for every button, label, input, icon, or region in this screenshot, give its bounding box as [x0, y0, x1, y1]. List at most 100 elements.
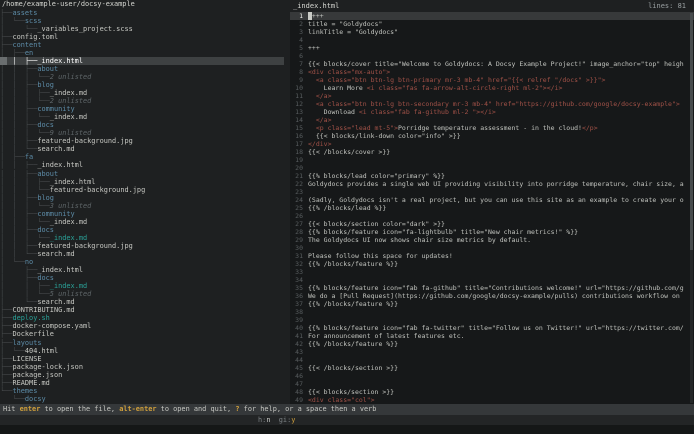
line-number: 28 — [290, 228, 303, 236]
tree-row-file[interactable]: ├──LICENSE — [0, 355, 284, 363]
tree-row-file[interactable]: │ │ │ └──2 unlisted — [0, 97, 284, 105]
tree-row-file[interactable]: ├──config.toml — [0, 33, 284, 41]
tree-row-file[interactable]: │ │ ├──featured-background.jpg — [0, 137, 284, 145]
tree-row-directory[interactable]: │ │ ├──blog — [0, 194, 284, 202]
tree-branch-lines: ├── — [0, 330, 12, 338]
tree-row-file[interactable]: │ │ └──search.md — [0, 250, 284, 258]
tree-row-file[interactable]: │ │ └──search.md — [0, 145, 284, 153]
tree-row-directory[interactable]: │ │ ├──about — [0, 65, 284, 73]
line-number: 32 — [290, 260, 303, 268]
input-bar[interactable]: :e h:n gi:y — [0, 415, 694, 425]
tree-row-file[interactable]: │ │ ├──featured-background.jpg — [0, 242, 284, 250]
code-line: 15 <p class="lead mt-5">Porridge tempera… — [290, 124, 694, 132]
line-number: 30 — [290, 244, 303, 252]
line-number: 34 — [290, 276, 303, 284]
tree-branch-lines: │ └── — [0, 17, 25, 25]
code-line: 16 {{< blocks/link-down color="info" >}} — [290, 132, 694, 140]
line-number: 49 — [290, 396, 303, 404]
code-segment: </a> — [308, 116, 331, 124]
tree-row-file[interactable]: │ │ ├──_index.md — [0, 282, 284, 290]
tree-branch-lines: │ │ ├── — [0, 121, 37, 129]
tree-row-file[interactable]: ├──deploy.sh — [0, 314, 284, 322]
code-segment: <p class="lead mt-5"> — [316, 124, 398, 132]
tree-row-file[interactable]: ├──package-lock.json — [0, 363, 284, 371]
code-segment: {{< blocks/section color="dark" >}} — [308, 220, 445, 228]
tree-row-file[interactable]: │ │ │ └──9 unlisted — [0, 129, 284, 137]
code-line: 5+++ — [290, 44, 694, 52]
tree-row-file[interactable]: │ │ │ └──featured-background.jpg — [0, 186, 284, 194]
code-segment: We do a [Pull Request](https://github.co… — [308, 292, 684, 300]
tree-row-file[interactable]: ├──package.json — [0, 371, 284, 379]
tree-row-directory[interactable]: │ └──no — [0, 258, 284, 266]
tree-row-file[interactable]: │ │ │ ├──_index.md — [0, 89, 284, 97]
code-segment: Download — [308, 108, 359, 116]
tree-item-label: _index.html — [50, 178, 96, 186]
tree-row-file[interactable]: │ │ │ └──_index.md — [0, 218, 284, 226]
tree-row-directory[interactable]: │ │ ├──about — [0, 170, 284, 178]
tree-item-label: _index.html — [37, 161, 83, 169]
code-line: 32{{% /blocks/feature %}} — [290, 260, 694, 268]
tree-row-file[interactable]: ├──CONTRIBUTING.md — [0, 306, 284, 314]
tree-row-directory[interactable]: │ │ ├──docs — [0, 121, 284, 129]
tree-row-file[interactable]: ├──README.md — [0, 379, 284, 387]
code-segment: +++ — [312, 12, 324, 20]
tree-row-file[interactable]: │ └──404.html — [0, 347, 284, 355]
code-line: 19 — [290, 156, 694, 164]
tree-branch-lines: │ │ │ └── — [0, 202, 50, 210]
tree-row-directory[interactable]: │ │ ├──community — [0, 105, 284, 113]
tree-row-file[interactable]: │ └──search.md — [0, 298, 284, 306]
line-number: 7 — [290, 60, 303, 68]
code-segment: Porridge temperature assessment - in the… — [398, 124, 582, 132]
tree-row-directory[interactable]: │ └──scss — [0, 17, 284, 25]
tree-row-directory[interactable]: │ │ ├──blog — [0, 81, 284, 89]
tree-item-label: community — [37, 210, 74, 218]
line-number: 47 — [290, 380, 303, 388]
code-line: 34 — [290, 276, 694, 284]
tree-row-file[interactable]: │ │ ├──_index.html — [0, 57, 284, 65]
preview-scrollbar[interactable] — [690, 13, 693, 403]
preview-scrollbar-thumb[interactable] — [690, 13, 693, 250]
tree-row-file[interactable]: │ └──_variables_project.scss — [0, 25, 284, 33]
tree-row-directory[interactable]: └──themes — [0, 387, 284, 395]
tree-row-file[interactable]: │ │ └──5 unlisted — [0, 290, 284, 298]
tree-row-file[interactable]: ├──docker-compose.yaml — [0, 322, 284, 330]
code-line: 6 — [290, 52, 694, 60]
tree-row-directory[interactable]: ├──content — [0, 41, 284, 49]
tree-branch-lines: │ │ │ ├── — [0, 89, 50, 97]
line-number: 16 — [290, 132, 303, 140]
tree-row-file[interactable]: │ │ ├──_index.html — [0, 161, 284, 169]
tree-row-directory[interactable]: │ ├──docs — [0, 274, 284, 282]
tree-branch-lines: ├── — [0, 41, 12, 49]
tree-branch-lines: │ └── — [0, 347, 25, 355]
tree-row-directory[interactable]: ├──layouts — [0, 339, 284, 347]
tree-item-label: CONTRIBUTING.md — [12, 306, 74, 314]
code-segment: linkTitle = "Goldydocs" — [308, 28, 398, 36]
tree-branch-lines: ├── — [0, 322, 12, 330]
tree-row-file[interactable]: │ │ │ └──3 unlisted — [0, 202, 284, 210]
tree-item-label: 3 unlisted — [50, 202, 92, 210]
tree-item-label: deploy.sh — [12, 314, 49, 322]
tree-branch-lines: ├── — [0, 371, 12, 379]
code-line: 46 — [290, 372, 694, 380]
code-line: 35{{% blocks/feature icon="fab fa-github… — [290, 284, 694, 292]
line-number: 29 — [290, 236, 303, 244]
code-line: 29The Goldydocs UI now shows chair size … — [290, 236, 694, 244]
line-number: 23 — [290, 188, 303, 196]
tree-row-file[interactable]: │ │ │ └──2 unlisted — [0, 73, 284, 81]
tree-row-file[interactable]: ├──Dockerfile — [0, 330, 284, 338]
tree-row-directory[interactable]: ├──assets — [0, 9, 284, 17]
tree-row-directory[interactable]: │ │ ├──docs — [0, 226, 284, 234]
tree-row-directory[interactable]: │ ├──en — [0, 49, 284, 57]
tree-item-label: 9 unlisted — [50, 129, 92, 137]
tree-row-file[interactable]: │ │ │ └──_index.md — [0, 113, 284, 121]
line-number: 21 — [290, 172, 303, 180]
line-number: 45 — [290, 364, 303, 372]
tree-row-file[interactable]: │ │ │ └──_index.md — [0, 234, 284, 242]
tree-row-file[interactable]: │ │ │ ├──_index.html — [0, 178, 284, 186]
code-line: 45 {{< /blocks/section >}} — [290, 364, 694, 372]
tree-row-directory[interactable]: └──docsy — [0, 395, 284, 403]
tree-row-file[interactable]: │ ├──_index.html — [0, 266, 284, 274]
tree-row-directory[interactable]: │ ├──fa — [0, 153, 284, 161]
tree-row-directory[interactable]: │ │ ├──community — [0, 210, 284, 218]
code-segment: {{< /blocks/section >}} — [308, 364, 398, 372]
